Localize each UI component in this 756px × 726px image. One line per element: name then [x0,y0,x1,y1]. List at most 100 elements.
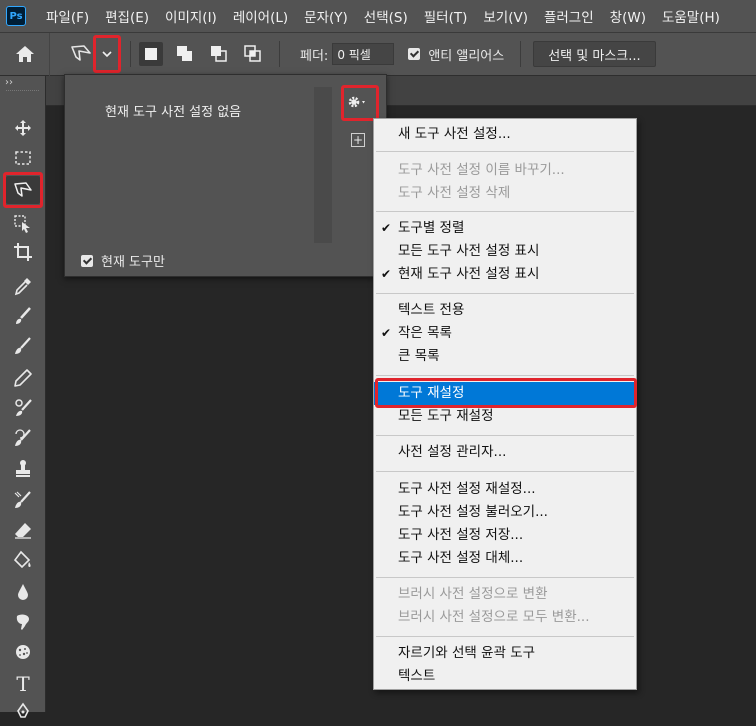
healing-brush-icon [16,307,31,324]
antialias-label: 앤티 앨리어스 [428,48,505,64]
smudge-icon [16,614,29,630]
menu-item-preset-manager[interactable]: 사전 설정 관리자... [374,441,636,464]
menu-item-replace-tool-presets[interactable]: 도구 사전 설정 대체... [374,547,636,570]
preset-context-menu: 새 도구 사전 설정... 도구 사전 설정 이름 바꾸기... 도구 사전 설… [373,118,637,690]
menu-item-reset-all-tools[interactable]: 모든 도구 재설정 [374,405,636,428]
blur-tool[interactable] [6,578,40,606]
toolbar-grip[interactable] [6,90,39,101]
menu-item-label: 브러시 사전 설정으로 변환 [398,586,548,602]
menu-item-sort-by-tool[interactable]: ✔ 도구별 정렬 [374,217,636,240]
paint-bucket-tool[interactable] [6,546,40,574]
type-icon: T [16,672,30,696]
pen-icon [17,702,29,718]
menu-file[interactable]: 파일(F) [38,6,97,26]
healing-brush-tool[interactable] [6,302,40,330]
current-tool-only-label: 현재 도구만 [101,255,165,270]
feather-input[interactable] [332,43,395,65]
check-icon: ✔ [381,326,392,340]
eraser-tool[interactable] [6,516,40,544]
preset-settings-button[interactable] [341,85,379,121]
tool-preset-panel: 현재 도구 사전 설정 없음 + 현재 도구만 [64,74,387,277]
menu-item-large-list[interactable]: 큰 목록 [374,345,636,368]
menu-help[interactable]: 도움말(H) [654,6,728,26]
menu-item-text-only[interactable]: 텍스트 전용 [374,299,636,322]
checkbox-icon [81,254,93,267]
menu-item-new-preset[interactable]: 새 도구 사전 설정... [374,123,636,146]
menu-item-small-list[interactable]: ✔ 작은 목록 [374,322,636,345]
menu-item-label: 텍스트 전용 [398,302,465,318]
menu-item-load-tool-presets[interactable]: 도구 사전 설정 불러오기... [374,501,636,524]
menu-item-rename-preset[interactable]: 도구 사전 설정 이름 바꾸기... [374,159,636,182]
menu-layer[interactable]: 레이어(L) [225,6,296,26]
tool-preset-picker[interactable] [68,35,121,73]
marquee-tool[interactable] [6,144,40,172]
polygonal-lasso-icon [68,41,94,67]
new-preset-button[interactable]: + [351,133,365,147]
menu-item-crop-and-marquee[interactable]: 자르기와 선택 윤곽 도구 [374,642,636,665]
menu-item-label: 작은 목록 [398,325,452,341]
menu-item-label: 자르기와 선택 윤곽 도구 [398,645,536,661]
new-selection-button[interactable] [139,42,163,66]
object-selection-tool[interactable] [6,210,40,238]
type-tool[interactable]: T [6,670,40,698]
pen-tool[interactable] [6,698,40,726]
clone-stamp-tool[interactable] [6,394,40,422]
toolbar-collapse-toggle[interactable]: ›› [0,76,45,90]
check-icon: ✔ [381,267,392,281]
pencil-tool[interactable] [6,364,40,392]
menu-view[interactable]: 보기(V) [475,6,536,26]
art-history-brush-icon [14,491,31,508]
home-button[interactable] [0,32,50,76]
current-tool-only-checkbox[interactable]: 현재 도구만 [81,251,165,270]
menu-separator [376,577,634,578]
eyedropper-tool[interactable] [6,272,40,300]
options-bar: 페더: 앤티 앨리어스 선택 및 마스크... [0,32,756,76]
intersect-selection-button[interactable] [241,42,265,66]
stamp-tool[interactable] [6,454,40,482]
history-brush-tool[interactable] [6,424,40,452]
menu-item-label: 현재 도구 사전 설정 표시 [398,266,540,282]
menu-separator [376,375,634,376]
menu-item-convert-all-to-brush-presets[interactable]: 브러시 사전 설정으로 모두 변환... [374,606,636,629]
menu-item-label: 도구별 정렬 [398,220,465,236]
menu-window[interactable]: 창(W) [602,6,654,26]
subtract-from-selection-button[interactable] [207,42,231,66]
menu-type[interactable]: 문자(Y) [296,6,356,26]
move-tool[interactable] [6,114,40,142]
menu-item-label: 브러시 사전 설정으로 모두 변환... [398,609,590,625]
menu-filter[interactable]: 필터(T) [416,6,476,26]
polygonal-lasso-tool[interactable] [3,172,43,208]
add-to-selection-button[interactable] [173,42,197,66]
smudge-tool[interactable] [6,608,40,636]
menu-item-save-tool-presets[interactable]: 도구 사전 설정 저장... [374,524,636,547]
menu-item-show-current-presets[interactable]: ✔ 현재 도구 사전 설정 표시 [374,263,636,286]
antialias-checkbox[interactable]: 앤티 앨리어스 [408,45,504,64]
polygonal-lasso-icon [14,182,32,197]
pencil-icon [14,369,32,387]
sponge-tool[interactable] [6,638,40,666]
art-history-brush-tool[interactable] [6,486,40,514]
preset-list-scrollbar[interactable] [314,87,332,243]
menu-item-reset-tool[interactable]: 도구 재설정 [374,378,637,408]
home-icon [15,46,34,62]
menu-item-reset-tool-presets[interactable]: 도구 사전 설정 재설정... [374,478,636,501]
new-selection-icon [145,48,157,60]
menu-item-label: 모든 도구 사전 설정 표시 [398,243,540,259]
menu-item-label: 도구 사전 설정 저장... [398,527,524,543]
menu-item-show-all-presets[interactable]: 모든 도구 사전 설정 표시 [374,240,636,263]
menu-item-delete-preset[interactable]: 도구 사전 설정 삭제 [374,182,636,205]
select-and-mask-button[interactable]: 선택 및 마스크... [533,41,656,67]
intersect-selection-icon [244,45,261,62]
menu-item-label: 모든 도구 재설정 [398,408,494,424]
menu-item-text[interactable]: 텍스트 [374,665,636,688]
menu-edit[interactable]: 편집(E) [97,6,157,26]
crop-tool[interactable] [6,238,40,266]
divider [520,41,522,67]
menu-item-convert-to-brush-preset[interactable]: 브러시 사전 설정으로 변환 [374,583,636,606]
no-preset-message: 현재 도구 사전 설정 없음 [105,105,242,120]
menu-image[interactable]: 이미지(I) [157,6,225,26]
brush-tool[interactable] [6,332,40,360]
preset-dropdown-arrow[interactable] [93,35,121,73]
menu-plugins[interactable]: 플러그인 [536,6,602,26]
menu-select[interactable]: 선택(S) [356,6,416,26]
